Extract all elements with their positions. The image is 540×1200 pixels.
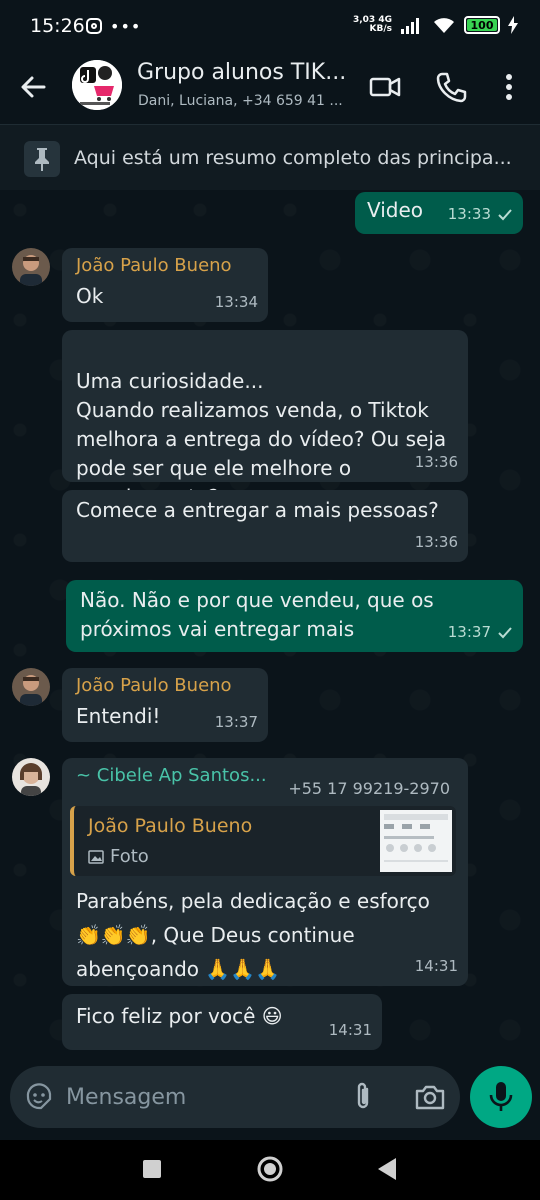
group-avatar[interactable] xyxy=(72,60,122,110)
message-incoming[interactable]: João Paulo Bueno Ok 13:34 xyxy=(62,248,268,322)
message-incoming-reply[interactable]: ~ Cibele Ap Santos... +55 17 99219-2970 … xyxy=(62,758,468,986)
pinned-message-text: Aqui está um resumo completo das princip… xyxy=(74,147,512,169)
message-list[interactable]: Video 13:33 João Paulo Bueno Ok 13:34 Um… xyxy=(0,190,540,1070)
camera-icon[interactable] xyxy=(414,1082,446,1112)
quoted-sender: João Paulo Bueno xyxy=(88,815,253,837)
message-text: Video xyxy=(367,198,424,222)
message-time: 13:34 xyxy=(214,293,258,311)
message-text: Comece a entregar a mais pessoas? xyxy=(76,498,439,522)
message-text: Ok xyxy=(76,284,104,308)
quoted-message[interactable]: João Paulo Bueno Foto xyxy=(70,806,456,876)
network-speed: 3,03 4G KB/s xyxy=(352,15,392,34)
video-camera-icon[interactable] xyxy=(368,70,402,104)
wifi-icon xyxy=(434,18,454,33)
charging-icon xyxy=(508,16,518,34)
message-time: 13:36 xyxy=(414,533,458,551)
avatar-joao-paulo[interactable] xyxy=(12,248,50,286)
message-incoming[interactable]: Fico feliz por você 😃 14:31 xyxy=(62,994,382,1050)
status-indicators: 3,03 4G KB/s 100 xyxy=(353,15,518,35)
instagram-icon xyxy=(86,18,102,34)
status-notification-icons: ••• xyxy=(86,14,141,38)
home-icon[interactable] xyxy=(256,1155,284,1183)
message-outgoing[interactable]: Video 13:33 xyxy=(355,192,523,234)
status-bar: 15:26 ••• 3,03 4G KB/s 100 xyxy=(0,0,540,52)
message-text: Uma curiosidade... Quando realizamos ven… xyxy=(76,369,447,509)
check-icon xyxy=(498,626,512,638)
arrow-left-icon[interactable] xyxy=(18,72,48,102)
more-vertical-icon[interactable] xyxy=(492,70,526,104)
message-time: 14:31 xyxy=(328,1021,372,1039)
chat-header: Grupo alunos TIK... Dani, Luciana, +34 6… xyxy=(0,52,540,122)
tiktok-shop-logo-icon xyxy=(72,60,122,110)
avatar-cibele[interactable] xyxy=(12,758,50,796)
phone-icon[interactable] xyxy=(434,70,468,104)
microphone-button[interactable] xyxy=(470,1066,532,1128)
message-time: 13:36 xyxy=(414,453,458,471)
message-time: 13:33 xyxy=(447,205,491,223)
message-outgoing[interactable]: Não. Não e por que vendeu, que os próxim… xyxy=(66,580,523,652)
back-triangle-icon[interactable] xyxy=(376,1156,398,1182)
quoted-photo-thumbnail xyxy=(380,810,452,872)
avatar-joao-paulo[interactable] xyxy=(12,668,50,706)
microphone-icon xyxy=(489,1082,513,1111)
message-text: Entendi! xyxy=(76,704,161,728)
message-incoming[interactable]: Comece a entregar a mais pessoas? 13:36 xyxy=(62,490,468,562)
message-input[interactable] xyxy=(66,1080,336,1114)
more-notifications-icon: ••• xyxy=(110,16,142,36)
photo-icon xyxy=(88,849,104,864)
status-time: 15:26 xyxy=(30,15,85,37)
check-icon xyxy=(498,208,512,220)
message-meta: 13:37 xyxy=(448,618,513,647)
message-incoming[interactable]: Uma curiosidade... Quando realizamos ven… xyxy=(62,330,468,509)
message-meta: 13:33 xyxy=(448,200,513,229)
pinned-message-bar[interactable]: Aqui está um resumo completo das princip… xyxy=(0,124,540,190)
paperclip-icon[interactable] xyxy=(350,1081,376,1113)
sticker-icon[interactable] xyxy=(24,1082,54,1112)
message-composer xyxy=(10,1066,460,1128)
battery-icon: 100 xyxy=(464,16,500,34)
signal-icon xyxy=(401,18,419,34)
sender-phone: +55 17 99219-2970 xyxy=(288,779,450,798)
message-time: 13:37 xyxy=(447,623,491,641)
message-text: Não. Não e por que vendeu, que os próxim… xyxy=(80,588,434,641)
pin-icon xyxy=(24,141,60,177)
quoted-type: Foto xyxy=(88,842,149,871)
message-incoming[interactable]: João Paulo Bueno Entendi! 13:37 xyxy=(62,668,268,742)
message-sender[interactable]: João Paulo Bueno xyxy=(76,254,254,278)
message-time: 14:31 xyxy=(414,957,458,975)
message-sender[interactable]: ~ Cibele Ap Santos... xyxy=(76,764,267,788)
message-sender[interactable]: João Paulo Bueno xyxy=(76,674,254,698)
group-members[interactable]: Dani, Luciana, +34 659 41 ... xyxy=(138,93,358,109)
system-navigation-bar xyxy=(0,1140,540,1200)
recents-icon[interactable] xyxy=(141,1158,163,1180)
group-title[interactable]: Grupo alunos TIK... xyxy=(137,60,357,85)
message-text: Fico feliz por você 😃 xyxy=(76,1004,283,1028)
message-time: 13:37 xyxy=(214,713,258,731)
message-text: Parabéns, pela dedicação e esforço 👏👏👏, … xyxy=(76,889,430,981)
